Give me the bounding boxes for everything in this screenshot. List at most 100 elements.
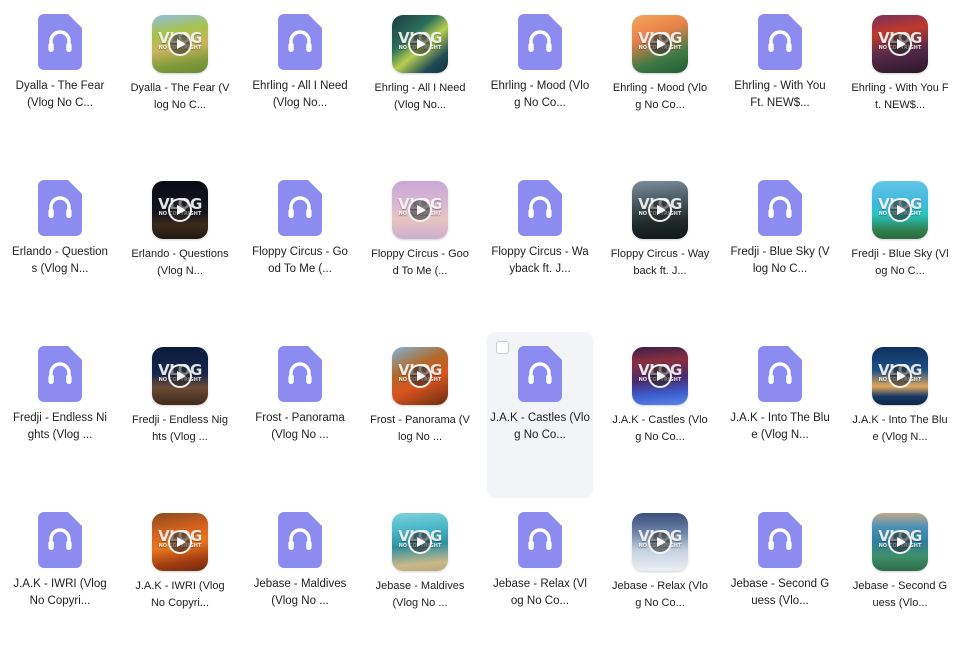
file-tile[interactable]: VLOGNO COPYRIGHT Ehrling - With You Ft. N…: [847, 0, 953, 166]
audio-file-headphone-icon: [758, 180, 802, 236]
file-name-label: Ehrling - Mood (Vlog No Co...: [490, 80, 590, 109]
file-name-label: Frost - Panorama (Vlog No ...: [370, 414, 470, 443]
file-tile[interactable]: VLOGNO COPYRIGHT Ehrling - All I Need (Vl…: [367, 0, 473, 166]
file-name-label: Dyalla - The Fear (Vlog No C...: [15, 80, 105, 109]
file-tile[interactable]: J.A.K - IWRI (Vlog No Copyri...: [7, 498, 113, 664]
audio-file-headphone-icon: [758, 346, 802, 402]
audio-file-icon-wrapper: [752, 344, 808, 404]
file-name-label: Fredji - Blue Sky (Vlog No C...: [851, 248, 949, 277]
file-name-label: Frost - Panorama (Vlog No ...: [255, 412, 345, 441]
video-thumbnail-wrapper: VLOGNO COPYRIGHT: [392, 346, 448, 406]
file-name-label: J.A.K - Into The Blue (Vlog N...: [852, 414, 948, 443]
video-thumbnail: VLOGNO COPYRIGHT: [632, 347, 688, 405]
play-icon[interactable]: [168, 32, 192, 56]
file-tile[interactable]: VLOGNO COPYRIGHT J.A.K - Castles (Vlog No…: [607, 332, 713, 498]
file-tile[interactable]: Jebase - Maldives (Vlog No ...: [247, 498, 353, 664]
audio-file-icon-wrapper: [272, 178, 328, 238]
file-tile[interactable]: VLOGNO COPYRIGHT Dyalla - The Fear (Vlog …: [127, 0, 233, 166]
audio-file-icon-wrapper: [272, 12, 328, 72]
audio-file-headphone-icon: [38, 180, 82, 236]
file-name-label: Jebase - Second Guess (Vlo...: [730, 578, 830, 607]
file-name-label: Floppy Circus - Wayback ft. J...: [491, 246, 589, 275]
file-tile[interactable]: VLOGNO COPYRIGHT Jebase - Second Guess (V…: [847, 498, 953, 664]
file-tile[interactable]: Ehrling - With You Ft. NEW$...: [727, 0, 833, 166]
file-tile[interactable]: Erlando - Questions (Vlog N...: [7, 166, 113, 332]
file-tile[interactable]: J.A.K - Castles (Vlog No Co...: [487, 332, 593, 498]
play-icon[interactable]: [888, 530, 912, 554]
file-tile[interactable]: VLOGNO COPYRIGHT Fredji - Endless Nights …: [127, 332, 233, 498]
file-tile[interactable]: VLOGNO COPYRIGHT Jebase - Relax (Vlog No …: [607, 498, 713, 664]
file-tile[interactable]: VLOGNO COPYRIGHT Floppy Circus - Wayback …: [607, 166, 713, 332]
video-thumbnail-wrapper: VLOGNO COPYRIGHT: [152, 512, 208, 572]
file-name-label: Fredji - Endless Nights (Vlog ...: [13, 412, 107, 441]
video-thumbnail-wrapper: VLOGNO COPYRIGHT: [872, 512, 928, 572]
play-icon[interactable]: [408, 364, 432, 388]
video-thumbnail-wrapper: VLOGNO COPYRIGHT: [872, 180, 928, 240]
video-thumbnail-wrapper: VLOGNO COPYRIGHT: [392, 512, 448, 572]
file-tile[interactable]: Fredji - Blue Sky (Vlog No C...: [727, 166, 833, 332]
file-tile[interactable]: VLOGNO COPYRIGHT Frost - Panorama (Vlog N…: [367, 332, 473, 498]
audio-file-icon-wrapper: [272, 344, 328, 404]
file-tile[interactable]: VLOGNO COPYRIGHT J.A.K - Into The Blue (V…: [847, 332, 953, 498]
file-tile[interactable]: VLOGNO COPYRIGHT Jebase - Maldives (Vlog …: [367, 498, 473, 664]
file-name-label: J.A.K - IWRI (Vlog No Copyri...: [135, 580, 225, 609]
play-icon[interactable]: [408, 198, 432, 222]
file-tile[interactable]: VLOGNO COPYRIGHT Floppy Circus - Good To …: [367, 166, 473, 332]
file-name-label: Dyalla - The Fear (Vlog No C...: [130, 82, 230, 111]
file-tile[interactable]: Fredji - Endless Nights (Vlog ...: [7, 332, 113, 498]
file-name-label: J.A.K - Into The Blue (Vlog N...: [730, 412, 830, 441]
file-tile[interactable]: Ehrling - Mood (Vlog No Co...: [487, 0, 593, 166]
video-thumbnail: VLOGNO COPYRIGHT: [152, 513, 208, 571]
file-tile[interactable]: Floppy Circus - Good To Me (...: [247, 166, 353, 332]
play-icon[interactable]: [168, 364, 192, 388]
video-thumbnail: VLOGNO COPYRIGHT: [872, 513, 928, 571]
play-icon[interactable]: [888, 198, 912, 222]
video-thumbnail: VLOGNO COPYRIGHT: [392, 513, 448, 571]
play-icon[interactable]: [648, 530, 672, 554]
file-name-label: Erlando - Questions (Vlog N...: [12, 246, 108, 275]
play-icon[interactable]: [888, 364, 912, 388]
file-tile[interactable]: VLOGNO COPYRIGHT J.A.K - IWRI (Vlog No Co…: [127, 498, 233, 664]
file-tile[interactable]: Floppy Circus - Wayback ft. J...: [487, 166, 593, 332]
play-icon[interactable]: [168, 198, 192, 222]
file-grid: Dyalla - The Fear (Vlog No C...VLOGNO CO…: [0, 0, 970, 633]
play-icon[interactable]: [648, 198, 672, 222]
file-name-label: Floppy Circus - Wayback ft. J...: [610, 248, 710, 277]
video-thumbnail: VLOGNO COPYRIGHT: [632, 513, 688, 571]
play-icon[interactable]: [648, 32, 672, 56]
play-icon[interactable]: [648, 364, 672, 388]
play-icon[interactable]: [888, 32, 912, 56]
file-tile[interactable]: VLOGNO COPYRIGHT Fredji - Blue Sky (Vlog …: [847, 166, 953, 332]
video-thumbnail: VLOGNO COPYRIGHT: [872, 181, 928, 239]
file-tile[interactable]: Jebase - Relax (Vlog No Co...: [487, 498, 593, 664]
file-name-label: Ehrling - All I Need (Vlog No...: [252, 80, 348, 109]
file-name-label: Jebase - Maldives (Vlog No ...: [253, 578, 347, 607]
audio-file-headphone-icon: [38, 512, 82, 568]
file-tile[interactable]: Ehrling - All I Need (Vlog No...: [247, 0, 353, 166]
file-tile[interactable]: Jebase - Second Guess (Vlo...: [727, 498, 833, 664]
video-thumbnail-wrapper: VLOGNO COPYRIGHT: [392, 180, 448, 240]
video-thumbnail: VLOGNO COPYRIGHT: [632, 15, 688, 73]
video-thumbnail: VLOGNO COPYRIGHT: [872, 15, 928, 73]
audio-file-icon-wrapper: [512, 178, 568, 238]
audio-file-icon-wrapper: [512, 12, 568, 72]
audio-file-icon-wrapper: [752, 178, 808, 238]
file-tile[interactable]: VLOGNO COPYRIGHT Erlando - Questions (Vlo…: [127, 166, 233, 332]
audio-file-headphone-icon: [38, 14, 82, 70]
play-icon[interactable]: [168, 530, 192, 554]
video-thumbnail: VLOGNO COPYRIGHT: [632, 181, 688, 239]
audio-file-icon-wrapper: [512, 344, 568, 404]
audio-file-icon-wrapper: [512, 510, 568, 570]
file-tile[interactable]: Dyalla - The Fear (Vlog No C...: [7, 0, 113, 166]
play-icon[interactable]: [408, 530, 432, 554]
file-tile[interactable]: J.A.K - Into The Blue (Vlog N...: [727, 332, 833, 498]
file-tile[interactable]: VLOGNO COPYRIGHT Ehrling - Mood (Vlog No …: [607, 0, 713, 166]
file-tile[interactable]: Frost - Panorama (Vlog No ...: [247, 332, 353, 498]
file-name-label: Ehrling - With You Ft. NEW$...: [734, 80, 826, 109]
select-checkbox[interactable]: [496, 341, 509, 354]
audio-file-headphone-icon: [278, 512, 322, 568]
video-thumbnail: VLOGNO COPYRIGHT: [872, 347, 928, 405]
video-thumbnail-wrapper: VLOGNO COPYRIGHT: [392, 14, 448, 74]
audio-file-headphone-icon: [518, 14, 562, 70]
play-icon[interactable]: [408, 32, 432, 56]
